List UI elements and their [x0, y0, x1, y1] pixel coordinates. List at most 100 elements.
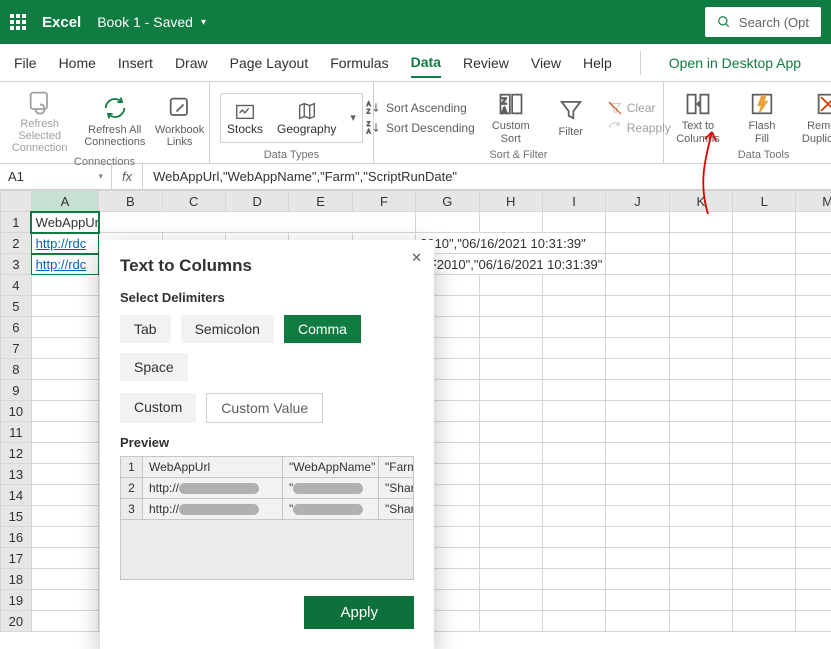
tab-review[interactable]: Review	[463, 49, 509, 77]
row-header[interactable]: 13	[1, 464, 32, 485]
cell[interactable]	[542, 548, 605, 569]
col-header[interactable]: D	[225, 191, 288, 212]
cell[interactable]	[733, 590, 796, 611]
cell[interactable]	[606, 401, 669, 422]
cell[interactable]	[733, 317, 796, 338]
cell[interactable]	[669, 401, 732, 422]
tab-page-layout[interactable]: Page Layout	[230, 49, 309, 77]
custom-sort-button[interactable]: ZA Custom Sort	[487, 90, 535, 144]
cell[interactable]	[479, 422, 542, 443]
cell[interactable]	[796, 590, 831, 611]
cell[interactable]	[542, 359, 605, 380]
cell[interactable]	[733, 569, 796, 590]
cell[interactable]	[542, 527, 605, 548]
cell[interactable]	[796, 527, 831, 548]
delimiter-semicolon[interactable]: Semicolon	[181, 315, 274, 343]
cell[interactable]	[99, 212, 416, 233]
tab-draw[interactable]: Draw	[175, 49, 208, 77]
apply-button[interactable]: Apply	[304, 596, 414, 629]
cell[interactable]	[479, 275, 542, 296]
cell[interactable]	[796, 317, 831, 338]
cell[interactable]: PF2010","06/16/2021 10:31:39"	[416, 254, 606, 275]
cell[interactable]	[31, 275, 98, 296]
cell[interactable]	[479, 401, 542, 422]
cell[interactable]	[796, 422, 831, 443]
cell[interactable]	[733, 401, 796, 422]
row-header[interactable]: 14	[1, 485, 32, 506]
cell[interactable]	[796, 611, 831, 632]
cell[interactable]	[31, 569, 98, 590]
clear-filter-button[interactable]: Clear	[607, 100, 671, 116]
document-title[interactable]: Book 1 - Saved ▾	[97, 14, 206, 30]
cell[interactable]	[606, 527, 669, 548]
cell[interactable]	[479, 527, 542, 548]
tab-view[interactable]: View	[531, 49, 561, 77]
cell[interactable]	[733, 296, 796, 317]
cell[interactable]	[796, 443, 831, 464]
cell[interactable]	[479, 380, 542, 401]
cell[interactable]	[606, 338, 669, 359]
close-icon[interactable]: ✕	[411, 250, 422, 266]
custom-value-input[interactable]: Custom Value	[206, 393, 323, 423]
cell[interactable]	[796, 464, 831, 485]
delimiter-tab[interactable]: Tab	[120, 315, 171, 343]
col-header[interactable]: B	[99, 191, 162, 212]
open-in-desktop-app[interactable]: Open in Desktop App	[669, 55, 801, 71]
row-header[interactable]: 10	[1, 401, 32, 422]
cell[interactable]	[606, 611, 669, 632]
datatypes-gallery[interactable]: Stocks Geography ▾	[220, 93, 363, 143]
cell[interactable]	[733, 359, 796, 380]
cell[interactable]	[31, 422, 98, 443]
cell[interactable]	[542, 422, 605, 443]
row-header[interactable]: 7	[1, 338, 32, 359]
cell[interactable]	[542, 317, 605, 338]
cell[interactable]	[606, 296, 669, 317]
cell[interactable]	[31, 317, 98, 338]
cell[interactable]	[31, 485, 98, 506]
select-all-corner[interactable]	[1, 191, 32, 212]
filter-button[interactable]: Filter	[547, 96, 595, 138]
cell[interactable]	[796, 506, 831, 527]
cell[interactable]	[796, 401, 831, 422]
cell[interactable]	[31, 506, 98, 527]
delimiter-space[interactable]: Space	[120, 353, 188, 381]
cell[interactable]	[542, 296, 605, 317]
cell[interactable]	[669, 422, 732, 443]
cell[interactable]	[31, 548, 98, 569]
cell[interactable]	[542, 485, 605, 506]
col-header[interactable]: L	[733, 191, 796, 212]
row-header[interactable]: 15	[1, 506, 32, 527]
col-header[interactable]: J	[606, 191, 669, 212]
cell[interactable]	[479, 359, 542, 380]
cell[interactable]	[733, 422, 796, 443]
row-header[interactable]: 9	[1, 380, 32, 401]
cell[interactable]	[31, 464, 98, 485]
cell[interactable]	[479, 317, 542, 338]
cell[interactable]	[606, 464, 669, 485]
row-header[interactable]: 5	[1, 296, 32, 317]
cell[interactable]	[733, 611, 796, 632]
cell[interactable]	[669, 527, 732, 548]
cell[interactable]	[796, 548, 831, 569]
cell[interactable]	[31, 380, 98, 401]
cell[interactable]	[542, 275, 605, 296]
cell[interactable]	[479, 464, 542, 485]
cell[interactable]	[669, 590, 732, 611]
remove-duplicates-button[interactable]: Remove Duplicates	[802, 90, 831, 144]
workbook-links-button[interactable]: Workbook Links	[156, 94, 204, 148]
cell[interactable]	[733, 506, 796, 527]
col-header[interactable]: M	[796, 191, 831, 212]
cell[interactable]	[542, 464, 605, 485]
cell[interactable]	[669, 275, 732, 296]
cell[interactable]	[31, 359, 98, 380]
cell[interactable]	[669, 506, 732, 527]
cell[interactable]	[606, 590, 669, 611]
tab-file[interactable]: File	[14, 49, 37, 77]
cell[interactable]	[606, 485, 669, 506]
cell[interactable]	[606, 443, 669, 464]
cell[interactable]	[796, 485, 831, 506]
cell[interactable]	[733, 548, 796, 569]
cell[interactable]	[479, 296, 542, 317]
cell[interactable]	[542, 506, 605, 527]
cell[interactable]	[479, 548, 542, 569]
